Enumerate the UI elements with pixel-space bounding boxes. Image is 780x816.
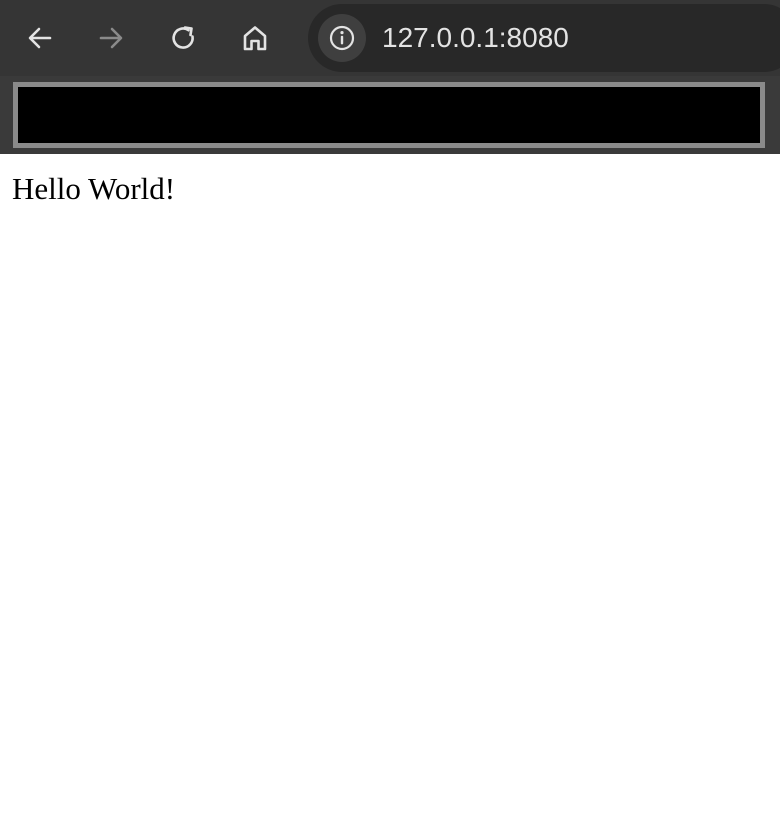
- page-content: Hello World!: [0, 154, 780, 816]
- black-bar: [13, 82, 765, 148]
- address-bar[interactable]: 127.0.0.1:8080: [308, 4, 780, 72]
- info-icon: [329, 25, 355, 51]
- forward-button[interactable]: [90, 17, 132, 59]
- home-button[interactable]: [234, 17, 276, 59]
- url-text[interactable]: 127.0.0.1:8080: [382, 4, 569, 72]
- hello-text: Hello World!: [12, 171, 176, 206]
- reload-button[interactable]: [162, 17, 204, 59]
- arrow-right-icon: [99, 27, 123, 49]
- arrow-left-icon: [28, 27, 52, 49]
- site-info-button[interactable]: [318, 14, 366, 62]
- back-button[interactable]: [19, 17, 61, 59]
- bookmark-strip: [0, 76, 780, 154]
- browser-toolbar: 127.0.0.1:8080: [0, 0, 780, 76]
- home-icon: [243, 26, 267, 51]
- reload-icon: [172, 26, 194, 49]
